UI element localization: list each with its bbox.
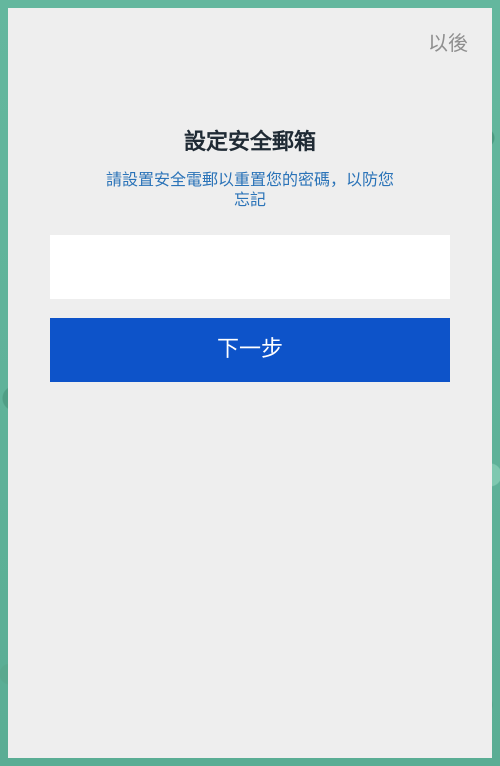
page-title: 設定安全郵箱: [183, 130, 316, 155]
instruction-text: 請設置安全電郵以重置您的密碼，以防您忘記: [105, 170, 394, 209]
email-field[interactable]: [50, 235, 450, 299]
next-button[interactable]: 下一步: [50, 318, 450, 382]
security-email-dialog: 以後 設定安全郵箱 請設置安全電郵以重置您的密碼，以防您忘記 下一步: [8, 8, 492, 758]
later-link[interactable]: 以後: [428, 30, 468, 56]
